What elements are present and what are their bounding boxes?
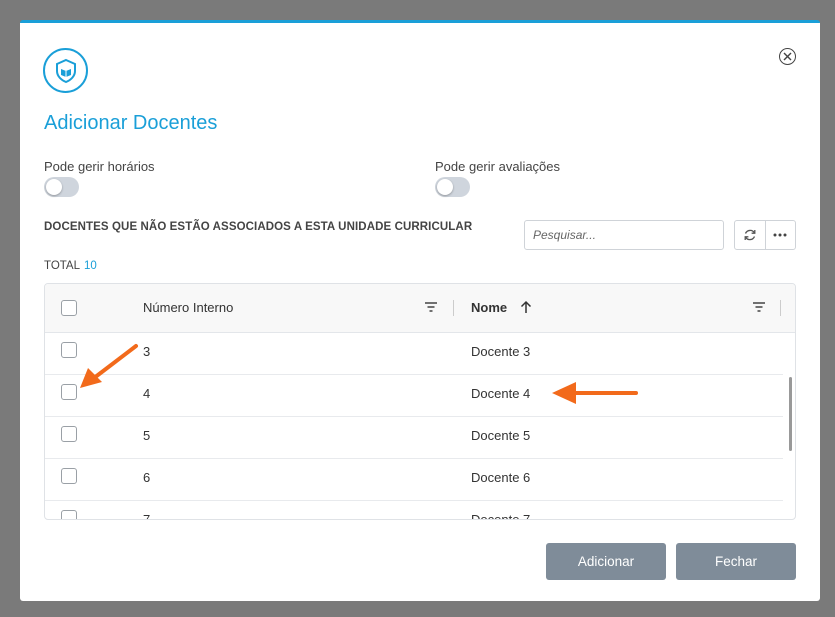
cell-internal-number: 3 [143, 344, 151, 359]
close-icon[interactable] [779, 48, 796, 65]
more-horizontal-icon [773, 233, 787, 237]
grid-scrollbar[interactable] [789, 377, 792, 451]
toggle-manage-evaluations: Pode gerir avaliações [435, 159, 560, 197]
add-button[interactable]: Adicionar [546, 543, 666, 580]
refresh-button[interactable] [735, 221, 765, 249]
total-label: TOTAL [44, 260, 80, 272]
add-teachers-dialog: Adicionar Docentes Pode gerir horários P… [20, 20, 820, 601]
table-row[interactable]: 3 Docente 3 [45, 333, 783, 375]
manage-schedules-switch[interactable] [44, 177, 79, 197]
grid-header: Número Interno Nome [45, 284, 795, 333]
cell-internal-number: 5 [143, 428, 151, 443]
refresh-icon [744, 229, 756, 241]
column-resize-handle[interactable] [453, 300, 454, 316]
more-options-button[interactable] [764, 221, 796, 249]
manage-evaluations-switch[interactable] [435, 177, 470, 197]
cell-internal-number: 6 [143, 470, 151, 485]
column-header-internal-number[interactable]: Número Interno [143, 300, 233, 315]
row-checkbox[interactable] [61, 342, 77, 358]
table-row[interactable]: 6 Docente 6 [45, 459, 783, 501]
cell-name: Docente 6 [471, 470, 531, 485]
close-button[interactable]: Fechar [676, 543, 796, 580]
cell-name: Docente 4 [471, 386, 531, 401]
cell-name: Docente 3 [471, 344, 531, 359]
teachers-grid: Número Interno Nome 3 Docente 3 4 Docent… [44, 283, 796, 520]
table-row[interactable]: 5 Docente 5 [45, 417, 783, 459]
row-checkbox[interactable] [61, 426, 77, 442]
cell-internal-number: 7 [143, 512, 151, 520]
toggle-label: Pode gerir avaliações [435, 159, 561, 174]
row-checkbox[interactable] [61, 384, 77, 400]
filter-icon[interactable] [424, 301, 438, 313]
total-count: TOTAL 10 [44, 260, 97, 272]
table-row[interactable]: 7 Docente 7 [45, 501, 783, 520]
column-header-name[interactable]: Nome [471, 300, 507, 315]
row-checkbox[interactable] [61, 510, 77, 519]
cell-internal-number: 4 [143, 386, 151, 401]
toggle-manage-schedules: Pode gerir horários [44, 159, 155, 197]
cell-name: Docente 5 [471, 428, 531, 443]
toggle-knob [46, 179, 62, 195]
select-all-checkbox[interactable] [61, 300, 77, 316]
table-row[interactable]: 4 Docente 4 [45, 375, 783, 417]
total-value: 10 [84, 260, 97, 272]
section-title: DOCENTES QUE NÃO ESTÃO ASSOCIADOS A ESTA… [44, 221, 473, 233]
search-input[interactable] [524, 220, 724, 250]
grid-toolbar [734, 220, 796, 250]
shield-book-icon [43, 48, 88, 93]
dialog-title: Adicionar Docentes [44, 112, 218, 134]
row-checkbox[interactable] [61, 468, 77, 484]
toggle-label: Pode gerir horários [44, 159, 155, 174]
arrow-up-icon[interactable] [520, 300, 532, 314]
column-resize-handle[interactable] [780, 300, 781, 316]
toggle-knob [437, 179, 453, 195]
filter-icon[interactable] [752, 301, 766, 313]
cell-name: Docente 7 [471, 512, 531, 520]
